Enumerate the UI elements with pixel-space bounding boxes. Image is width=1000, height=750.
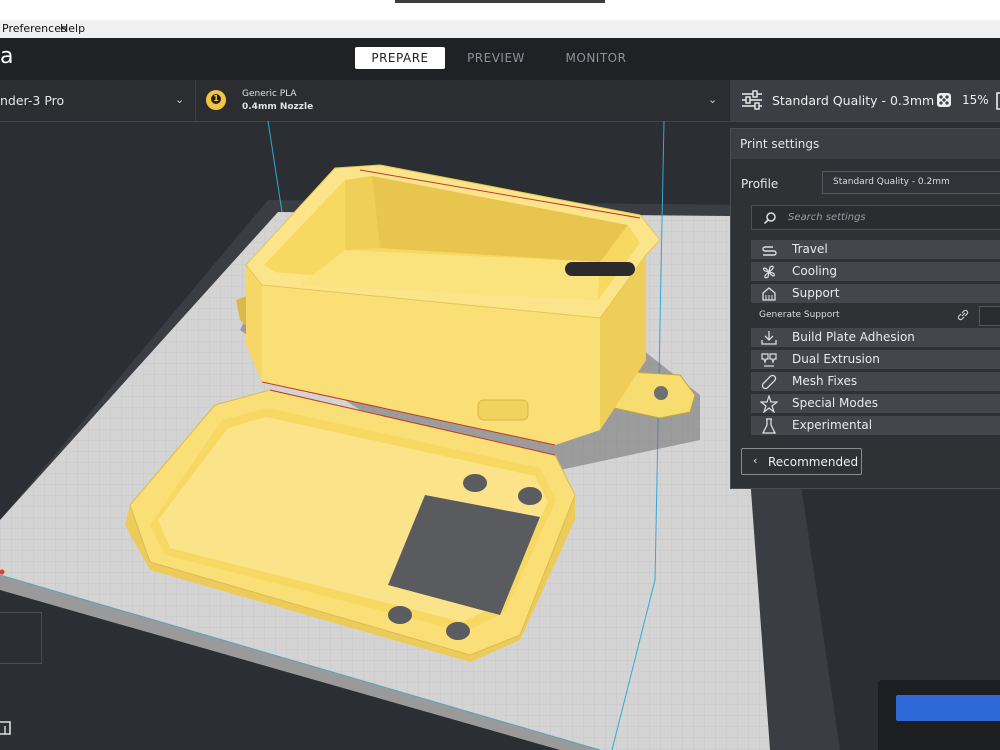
category-experimental[interactable]: Experimental — [751, 416, 1000, 435]
extruder-badge-icon[interactable]: 1 — [206, 90, 226, 110]
category-support[interactable]: Support — [751, 284, 1000, 303]
star-icon — [760, 395, 778, 413]
nozzle-size[interactable]: 0.4mm Nozzle — [242, 102, 313, 112]
fan-icon — [763, 265, 775, 279]
material-name[interactable]: Generic PLA — [242, 89, 297, 99]
category-label: Support — [792, 286, 840, 300]
category-label: Dual Extrusion — [792, 352, 880, 366]
category-travel[interactable]: Travel — [751, 240, 1000, 259]
build-volume-edge-line — [267, 121, 283, 213]
slice-button[interactable] — [896, 695, 1000, 721]
app-logo: a — [0, 44, 14, 69]
category-build-plate-adhesion[interactable]: Build Plate Adhesion — [751, 328, 1000, 347]
print-settings-panel: Print settings Profile Standard Quality … — [730, 128, 1000, 489]
tab-preview[interactable]: PREVIEW — [454, 47, 538, 69]
menu-preferences[interactable]: Preferences — [2, 22, 67, 35]
menu-help[interactable]: Help — [60, 22, 85, 35]
category-label: Build Plate Adhesion — [792, 330, 915, 344]
category-cooling[interactable]: Cooling — [751, 262, 1000, 281]
generate-support-label: Generate Support — [759, 310, 840, 320]
printer-selector[interactable]: nder-3 Pro — [0, 93, 64, 108]
mesh-fix-icon — [761, 374, 777, 390]
extruder-chevron-down-icon[interactable]: ⌄ — [708, 93, 717, 106]
category-label: Experimental — [792, 418, 873, 432]
category-label: Special Modes — [792, 396, 878, 410]
settings-sliders-icon — [742, 90, 762, 110]
category-label: Travel — [792, 242, 828, 256]
category-special-modes[interactable]: Special Modes — [751, 394, 1000, 413]
printer-chevron-down-icon[interactable]: ⌄ — [175, 93, 184, 106]
chevron-left-icon: ‹ — [753, 454, 758, 467]
profile-label: Profile — [741, 177, 779, 191]
infill-percent: 15% — [962, 93, 989, 107]
search-settings-input[interactable]: Search settings — [751, 205, 1000, 230]
object-list-panel[interactable] — [0, 612, 42, 664]
dual-extrusion-icon — [761, 353, 777, 367]
quality-profile-text: Standard Quality - 0.3mm — [772, 93, 935, 108]
recommended-label: Recommended — [768, 455, 859, 469]
category-label: Mesh Fixes — [792, 374, 858, 388]
travel-icon — [762, 246, 777, 256]
slice-panel — [878, 680, 1000, 750]
window-title-bar — [0, 0, 1000, 20]
recommended-button[interactable]: ‹ Recommended — [741, 448, 862, 475]
toolbar-divider — [195, 80, 196, 121]
print-settings-header: Print settings — [731, 129, 1000, 159]
extruder-number: 1 — [211, 94, 221, 104]
link-icon[interactable] — [956, 308, 970, 322]
category-mesh-fixes[interactable]: Mesh Fixes — [751, 372, 1000, 391]
category-dual-extrusion[interactable]: Dual Extrusion — [751, 350, 1000, 369]
view-cube-icon[interactable] — [0, 720, 12, 736]
print-settings-title: Print settings — [740, 137, 820, 151]
support-icon — [762, 287, 776, 301]
profile-dropdown[interactable]: Standard Quality - 0.2mm — [822, 171, 1000, 194]
menu-bar: Preferences Help — [0, 20, 1000, 38]
support-toggle-icon — [996, 92, 1000, 110]
generate-support-checkbox[interactable] — [979, 306, 1000, 326]
category-label: Cooling — [792, 264, 837, 278]
tab-monitor[interactable]: MONITOR — [555, 47, 637, 69]
flask-icon — [761, 418, 777, 434]
tab-prepare[interactable]: PREPARE — [355, 47, 445, 69]
adhesion-icon — [761, 331, 777, 345]
title-bar-marker — [395, 0, 605, 3]
search-placeholder: Search settings — [788, 212, 866, 223]
search-icon — [764, 212, 776, 224]
stage-bar: a PREPARE PREVIEW MONITOR — [0, 38, 1000, 80]
infill-icon — [937, 93, 951, 107]
profile-value: Standard Quality - 0.2mm — [833, 177, 950, 187]
